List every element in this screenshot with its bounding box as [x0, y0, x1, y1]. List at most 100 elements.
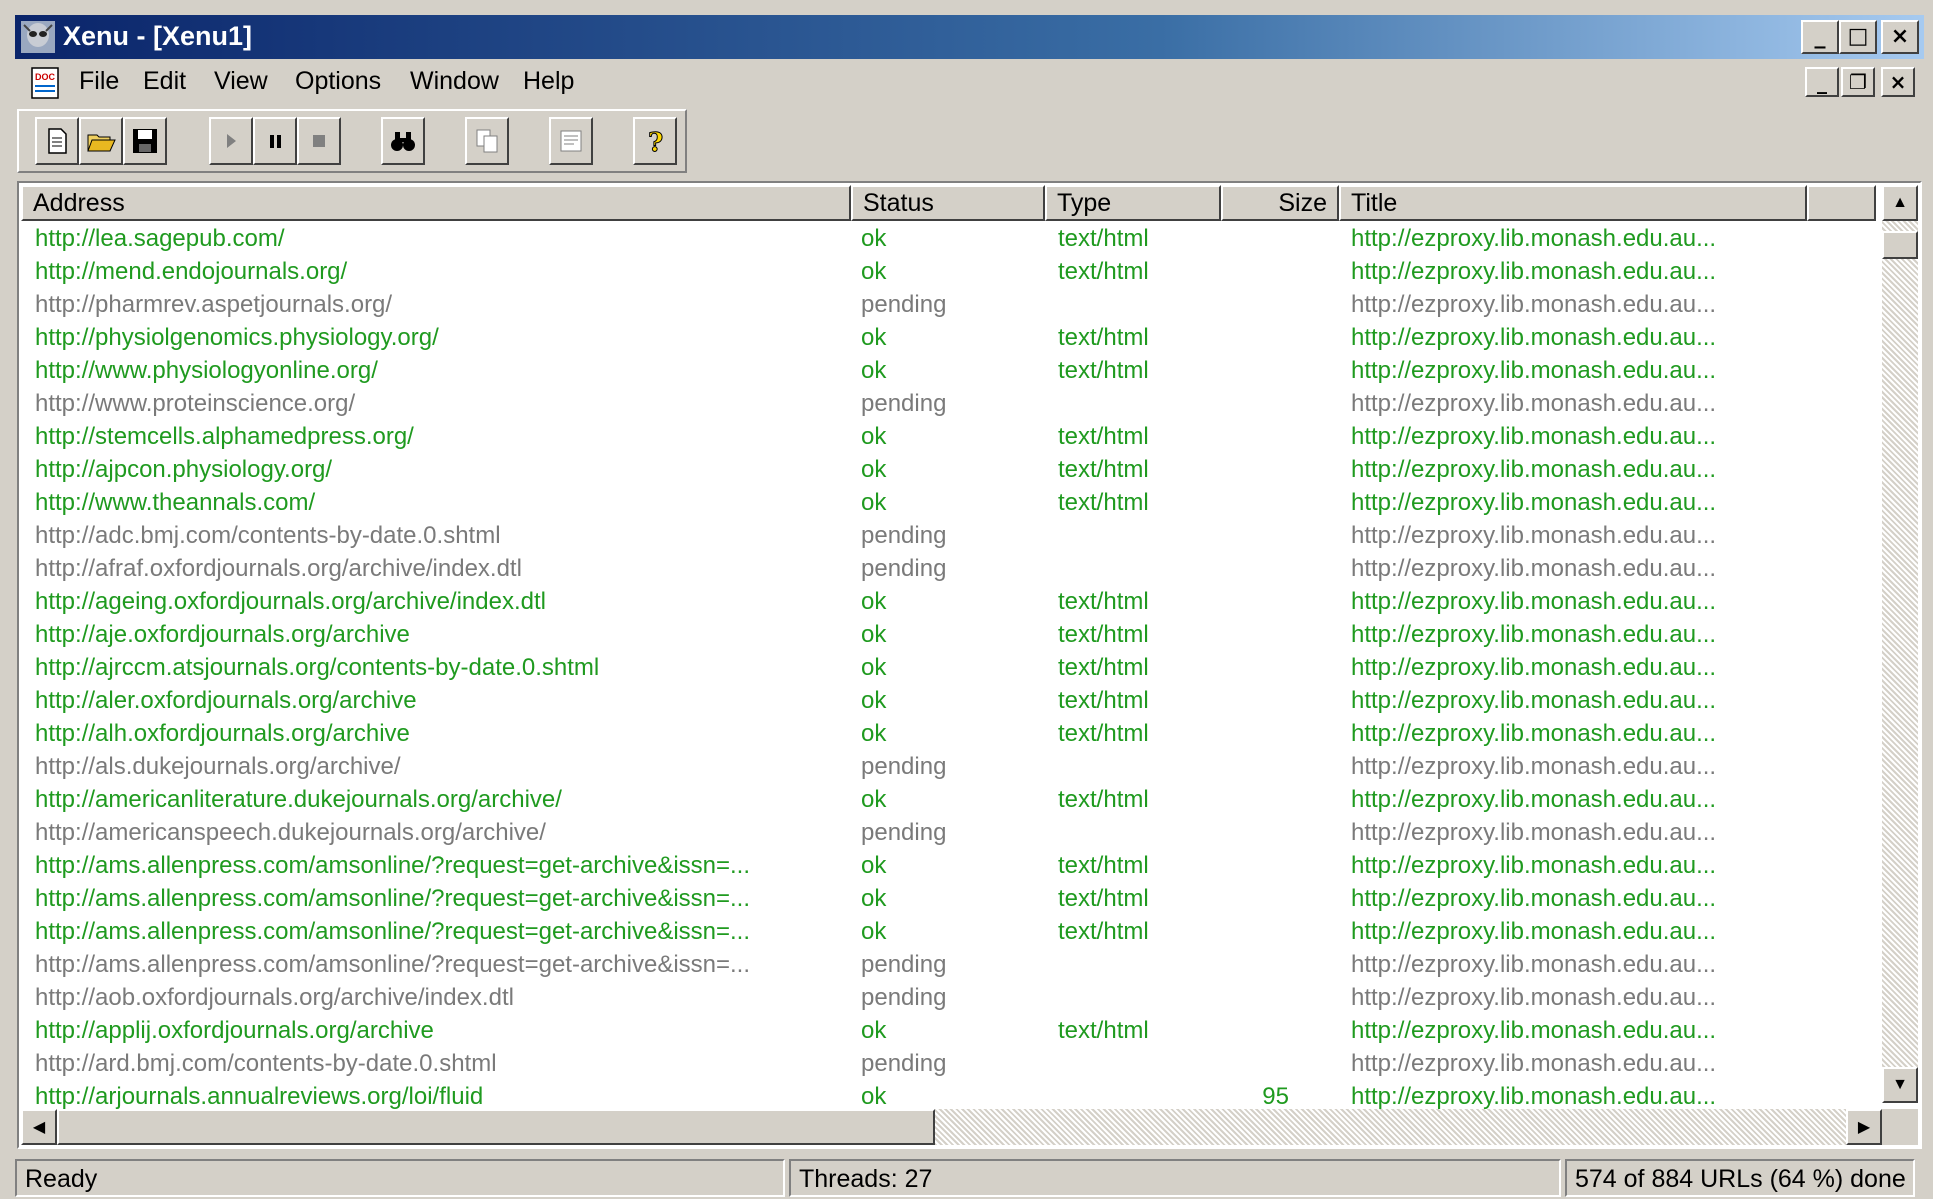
- cell-type: text/html: [1058, 918, 1149, 945]
- cell-title: http://ezproxy.lib.monash.edu.au...: [1351, 621, 1717, 648]
- cell-address: http://ageing.oxfordjournals.org/archive…: [35, 588, 546, 615]
- new-button[interactable]: [35, 117, 79, 165]
- cell-address: http://americanliterature.dukejournals.o…: [35, 786, 562, 813]
- table-row[interactable]: http://www.theannals.com/ok text/html http…: [21, 487, 1876, 520]
- vertical-scroll-thumb[interactable]: [1882, 231, 1918, 259]
- cell-address: http://ams.allenpress.com/amsonline/?req…: [35, 852, 751, 879]
- cell-status: ok: [861, 1017, 887, 1044]
- copy-button[interactable]: [465, 117, 509, 165]
- cell-status: pending: [861, 1050, 947, 1077]
- menu-view[interactable]: View: [214, 67, 268, 96]
- cell-type: text/html: [1058, 324, 1149, 351]
- menu-bar: DOC File Edit View Options Window Help _…: [15, 63, 1924, 103]
- table-row[interactable]: http://americanspeech.dukejournals.org/a…: [21, 817, 1876, 850]
- cell-status: pending: [861, 984, 947, 1011]
- column-header-address[interactable]: Address: [21, 185, 851, 221]
- table-row[interactable]: http://ard.bmj.com/contents-by-date.0.sh…: [21, 1048, 1876, 1081]
- column-header-type[interactable]: Type: [1045, 185, 1221, 221]
- table-row[interactable]: http://afraf.oxfordjournals.org/archive/…: [21, 553, 1876, 586]
- cell-address: http://ams.allenpress.com/amsonline/?req…: [35, 951, 751, 978]
- menu-window[interactable]: Window: [410, 67, 499, 96]
- child-restore-button[interactable]: ❐: [1841, 67, 1875, 97]
- table-row[interactable]: http://ams.allenpress.com/amsonline/?req…: [21, 949, 1876, 982]
- scroll-down-button[interactable]: ▼: [1882, 1067, 1918, 1103]
- status-progress: 574 of 884 URLs (64 %) done: [1565, 1159, 1915, 1197]
- properties-icon: [560, 130, 582, 152]
- status-threads: Threads: 27: [789, 1159, 1561, 1197]
- properties-button[interactable]: [549, 117, 593, 165]
- table-row[interactable]: http://pharmrev.aspetjournals.org/pendin…: [21, 289, 1876, 322]
- scroll-left-button[interactable]: ◀: [21, 1109, 57, 1145]
- scroll-up-button[interactable]: ▲: [1882, 185, 1918, 221]
- find-icon: [391, 132, 415, 151]
- column-header-size[interactable]: Size: [1221, 185, 1339, 221]
- cell-type: text/html: [1058, 423, 1149, 450]
- cell-address: http://alh.oxfordjournals.org/archive: [35, 720, 410, 747]
- child-minimize-button[interactable]: _: [1805, 67, 1839, 97]
- table-row[interactable]: http://www.physiologyonline.org/ok text/h…: [21, 355, 1876, 388]
- cell-title: http://ezproxy.lib.monash.edu.au...: [1351, 852, 1717, 879]
- xenu-alien-icon: [21, 21, 55, 53]
- table-row[interactable]: http://aob.oxfordjournals.org/archive/in…: [21, 982, 1876, 1015]
- child-close-button[interactable]: ×: [1881, 67, 1915, 97]
- menu-options[interactable]: Options: [295, 67, 381, 96]
- pause-button[interactable]: [253, 117, 297, 165]
- table-row[interactable]: http://aler.oxfordjournals.org/archive ok…: [21, 685, 1876, 718]
- menu-file[interactable]: File: [79, 67, 119, 96]
- table-row[interactable]: http://adc.bmj.com/contents-by-date.0.sh…: [21, 520, 1876, 553]
- table-row[interactable]: http://ajpcon.physiology.org/ok text/html…: [21, 454, 1876, 487]
- cell-title: http://ezproxy.lib.monash.edu.au...: [1351, 390, 1717, 417]
- help-button[interactable]: ?: [633, 117, 677, 165]
- minimize-button[interactable]: _: [1801, 20, 1839, 54]
- table-row[interactable]: http://aje.oxfordjournals.org/archive ok t…: [21, 619, 1876, 652]
- column-header-status[interactable]: Status: [851, 185, 1045, 221]
- cell-address: http://physiolgenomics.physiology.org/: [35, 324, 439, 351]
- cell-size: 95: [1262, 1083, 1289, 1110]
- menu-edit[interactable]: Edit: [143, 67, 186, 96]
- table-row[interactable]: http://lea.sagepub.com/ok text/html http:/…: [21, 223, 1876, 256]
- cell-status: ok: [861, 423, 887, 450]
- table-row[interactable]: http://www.proteinscience.org/pending htt…: [21, 388, 1876, 421]
- cell-title: http://ezproxy.lib.monash.edu.au...: [1351, 1017, 1717, 1044]
- menu-help[interactable]: Help: [523, 67, 574, 96]
- find-button[interactable]: [381, 117, 425, 165]
- table-row[interactable]: http://ageing.oxfordjournals.org/archive…: [21, 586, 1876, 619]
- window-title: Xenu - [Xenu1]: [63, 21, 253, 51]
- column-header-title[interactable]: Title: [1339, 185, 1807, 221]
- cell-type: text/html: [1058, 621, 1149, 648]
- cell-address: http://www.proteinscience.org/: [35, 390, 356, 417]
- status-ready: Ready: [15, 1159, 785, 1197]
- cell-title: http://ezproxy.lib.monash.edu.au...: [1351, 1083, 1717, 1110]
- close-button[interactable]: ×: [1881, 20, 1919, 54]
- cell-address: http://arjournals.annualreviews.org/loi/…: [35, 1083, 484, 1110]
- table-row[interactable]: http://als.dukejournals.org/archive/pend…: [21, 751, 1876, 784]
- url-list[interactable]: Address Status Type Size Title http://le…: [17, 181, 1922, 1149]
- table-row[interactable]: http://americanliterature.dukejournals.o…: [21, 784, 1876, 817]
- horizontal-scroll-thumb[interactable]: [57, 1109, 935, 1145]
- scroll-right-button[interactable]: ▶: [1846, 1109, 1882, 1145]
- cell-type: text/html: [1058, 885, 1149, 912]
- table-row[interactable]: http://ams.allenpress.com/amsonline/?req…: [21, 883, 1876, 916]
- title-bar[interactable]: Xenu - [Xenu1] _ □ ×: [15, 15, 1924, 59]
- cell-title: http://ezproxy.lib.monash.edu.au...: [1351, 654, 1717, 681]
- table-row[interactable]: http://mend.endojournals.org/ok text/html…: [21, 256, 1876, 289]
- table-row[interactable]: http://ams.allenpress.com/amsonline/?req…: [21, 916, 1876, 949]
- vertical-scrollbar[interactable]: ▲ ▼: [1882, 185, 1918, 1103]
- cell-title: http://ezproxy.lib.monash.edu.au...: [1351, 753, 1717, 780]
- open-button[interactable]: [79, 117, 123, 165]
- horizontal-scrollbar[interactable]: ◀ ▶: [21, 1109, 1882, 1145]
- table-row[interactable]: http://ajrccm.atsjournals.org/contents-b…: [21, 652, 1876, 685]
- save-button[interactable]: [123, 117, 167, 165]
- cell-address: http://aler.oxfordjournals.org/archive: [35, 687, 417, 714]
- maximize-button[interactable]: □: [1839, 20, 1877, 54]
- table-row[interactable]: http://applij.oxfordjournals.org/archive…: [21, 1015, 1876, 1048]
- table-row[interactable]: http://alh.oxfordjournals.org/archive ok t…: [21, 718, 1876, 751]
- table-row[interactable]: http://stemcells.alphamedpress.org/ok tex…: [21, 421, 1876, 454]
- cell-type: text/html: [1058, 357, 1149, 384]
- table-row[interactable]: http://ams.allenpress.com/amsonline/?req…: [21, 850, 1876, 883]
- stop-button[interactable]: [297, 117, 341, 165]
- start-button[interactable]: [209, 117, 253, 165]
- cell-title: http://ezproxy.lib.monash.edu.au...: [1351, 588, 1717, 615]
- cell-address: http://www.physiologyonline.org/: [35, 357, 378, 384]
- table-row[interactable]: http://physiolgenomics.physiology.org/ok…: [21, 322, 1876, 355]
